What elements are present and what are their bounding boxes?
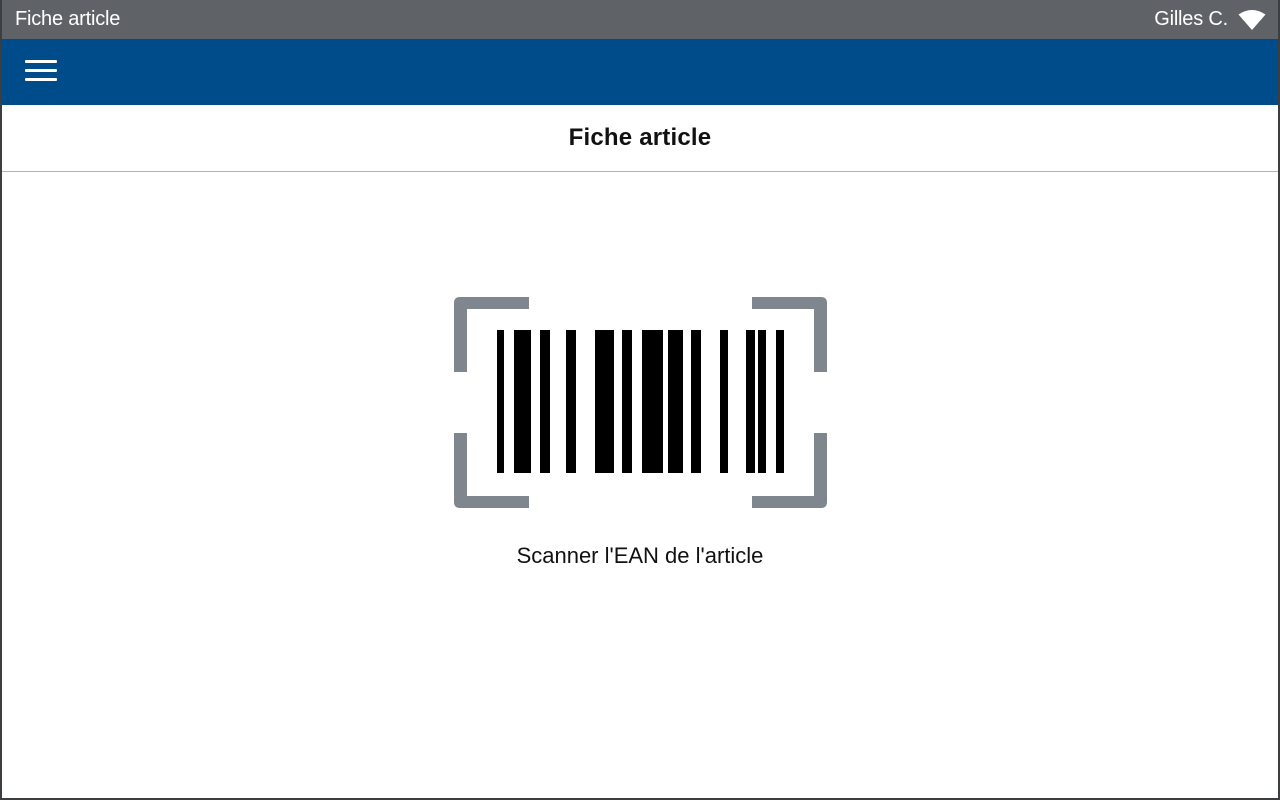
barcode-scan-icon xyxy=(454,297,827,508)
app-bar xyxy=(2,39,1278,105)
wifi-icon xyxy=(1238,9,1266,30)
scan-frame xyxy=(454,297,827,508)
user-name: Gilles C. xyxy=(1154,8,1228,30)
page-header: Fiche article xyxy=(2,105,1278,172)
page-title: Fiche article xyxy=(568,124,712,151)
scan-instruction: Scanner l'EAN de l'article xyxy=(516,543,764,568)
status-bar: Fiche article Gilles C. xyxy=(2,0,1278,39)
app-window: Fiche article Gilles C. Fiche article Sc… xyxy=(0,0,1280,800)
hamburger-menu-icon[interactable] xyxy=(23,58,57,86)
status-bar-right: Gilles C. xyxy=(1154,8,1266,31)
status-bar-title: Fiche article xyxy=(15,8,121,30)
barcode-bars xyxy=(497,330,784,473)
